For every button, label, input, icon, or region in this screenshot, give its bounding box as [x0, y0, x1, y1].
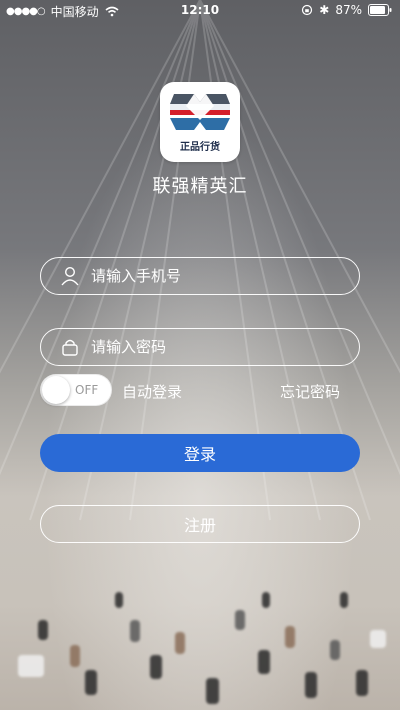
lock-icon — [59, 336, 81, 358]
login-button[interactable]: 登录 — [40, 434, 360, 472]
forgot-password-link[interactable]: 忘记密码 — [280, 381, 340, 402]
user-icon — [59, 265, 81, 287]
status-bar: ●●●●○ 中国移动 12:10 ✱ 87% — [0, 0, 400, 22]
app-name: 联强精英汇 — [152, 176, 248, 197]
auto-login-label: 自动登录 — [122, 383, 183, 401]
battery-icon — [368, 4, 392, 16]
toggle-knob — [42, 376, 70, 404]
status-right: ✱ 87% — [301, 3, 392, 17]
logo-mark-icon — [170, 94, 230, 130]
register-button-label: 注册 — [183, 516, 216, 535]
battery-percent: 87% — [335, 3, 362, 17]
auto-login-toggle[interactable]: OFF — [40, 374, 112, 406]
logo-tagline: 正品行货 — [180, 142, 220, 153]
phone-input[interactable] — [91, 267, 311, 285]
password-input[interactable] — [91, 338, 311, 356]
password-field[interactable] — [40, 328, 360, 366]
phone-field[interactable] — [40, 257, 360, 295]
rotation-lock-icon — [302, 4, 313, 16]
register-button[interactable]: 注册 — [40, 505, 360, 543]
toggle-state-label: OFF — [75, 383, 99, 397]
login-button-label: 登录 — [183, 445, 216, 464]
app-logo: 正品行货 — [160, 82, 240, 162]
bluetooth-icon: ✱ — [319, 3, 330, 17]
